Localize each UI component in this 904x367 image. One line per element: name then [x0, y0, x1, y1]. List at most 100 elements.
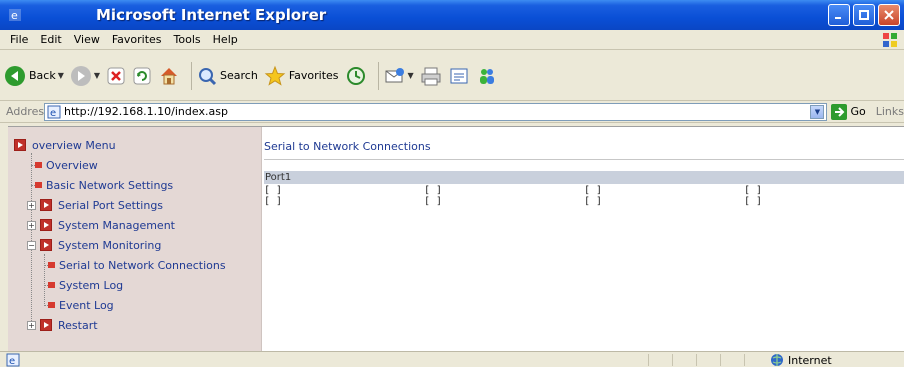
- sidebar-item-restart[interactable]: + Restart: [27, 315, 98, 335]
- menu-tools[interactable]: Tools: [168, 33, 207, 46]
- history-icon: [346, 66, 365, 85]
- sidebar-item-overview-menu[interactable]: overview Menu: [14, 135, 116, 155]
- close-icon: [884, 10, 894, 20]
- globe-icon: [771, 354, 783, 366]
- history-button[interactable]: [345, 65, 367, 87]
- svg-text:e: e: [11, 9, 18, 22]
- maximize-button[interactable]: [853, 4, 875, 26]
- sidebar-item-overview[interactable]: Overview: [35, 155, 98, 175]
- port-header: Port1: [264, 171, 904, 184]
- favorites-label: Favorites: [288, 69, 339, 82]
- bullet-icon: [48, 262, 55, 268]
- page-icon: e: [47, 105, 61, 119]
- toolbar-separator: [191, 61, 193, 90]
- menu-bar: File Edit View Favorites Tools Help: [0, 30, 904, 50]
- sidebar-item-label: System Monitoring: [58, 238, 162, 252]
- windows-logo-icon: [882, 32, 898, 48]
- address-input[interactable]: e http://192.168.1.10/index.asp ▼: [44, 102, 828, 121]
- address-bar: Address e http://192.168.1.10/index.asp …: [0, 101, 904, 123]
- table-cell: [ ]: [744, 185, 763, 196]
- edit-button[interactable]: [448, 65, 470, 87]
- search-icon: [199, 67, 217, 85]
- refresh-button[interactable]: [132, 66, 152, 86]
- sidebar-item-label: System Log: [59, 278, 124, 292]
- toolbar-separator: [377, 61, 379, 90]
- sidebar-item-label: Event Log: [59, 298, 114, 312]
- main-panel: Serial to Network Connections Port1 [ ] …: [264, 127, 904, 352]
- favorites-button[interactable]: Favorites: [264, 65, 339, 87]
- sidebar-item-serial-port-settings[interactable]: + Serial Port Settings: [27, 195, 163, 215]
- edit-document-icon: [450, 68, 468, 83]
- close-button[interactable]: [878, 4, 900, 26]
- forward-arrow-icon: [70, 65, 91, 86]
- home-icon: [161, 67, 178, 84]
- sidebar: overview Menu Overview Basic Network Set…: [8, 127, 262, 352]
- home-button[interactable]: [158, 65, 180, 87]
- printer-icon: [421, 67, 441, 85]
- expand-icon[interactable]: +: [27, 220, 36, 230]
- mail-button[interactable]: ▼: [384, 65, 414, 87]
- sidebar-item-label: overview Menu: [32, 138, 116, 152]
- star-icon: [264, 65, 286, 86]
- bullet-icon: [48, 282, 55, 288]
- toolbar: Back ▼ ▼ Search Favorites ▼: [0, 51, 904, 101]
- sidebar-item-label: Restart: [58, 318, 98, 332]
- sidebar-item-basic-network-settings[interactable]: Basic Network Settings: [35, 175, 173, 195]
- zone-label: Internet: [788, 353, 832, 367]
- sidebar-item-label: Overview: [46, 158, 98, 172]
- red-arrow-icon: [40, 199, 52, 211]
- chevron-down-icon[interactable]: ▼: [58, 71, 64, 80]
- menu-favorites[interactable]: Favorites: [106, 33, 168, 46]
- back-arrow-icon: [5, 65, 25, 86]
- chevron-down-icon[interactable]: ▼: [94, 71, 100, 80]
- collapse-icon[interactable]: −: [27, 240, 36, 250]
- sidebar-item-label: Basic Network Settings: [46, 178, 174, 192]
- print-button[interactable]: [420, 65, 442, 87]
- menu-edit[interactable]: Edit: [34, 33, 67, 46]
- search-button[interactable]: Search: [197, 66, 258, 86]
- messenger-icon: [479, 68, 494, 84]
- mail-icon: [385, 67, 404, 82]
- security-zone: Internet: [770, 353, 832, 367]
- menu-help[interactable]: Help: [207, 33, 244, 46]
- page-content: overview Menu Overview Basic Network Set…: [8, 126, 904, 352]
- links-label[interactable]: Links: [876, 105, 904, 118]
- address-dropdown-icon[interactable]: ▼: [810, 104, 825, 119]
- sidebar-item-label: System Management: [58, 218, 175, 232]
- search-label: Search: [220, 69, 258, 82]
- address-url: http://192.168.1.10/index.asp: [64, 105, 228, 118]
- minimize-icon: [835, 17, 841, 19]
- title-bar: e Microsoft Internet Explorer: [0, 0, 904, 30]
- expand-icon[interactable]: +: [27, 200, 36, 210]
- page-title: Serial to Network Connections: [264, 140, 431, 153]
- go-button[interactable]: Go: [831, 103, 866, 120]
- forward-button[interactable]: ▼: [70, 65, 100, 87]
- chevron-down-icon[interactable]: ▼: [408, 71, 414, 80]
- go-label: Go: [850, 105, 866, 118]
- sidebar-item-system-management[interactable]: + System Management: [27, 215, 175, 235]
- expand-icon[interactable]: +: [27, 320, 36, 330]
- table-cell: [ ]: [584, 185, 603, 196]
- stop-icon: [107, 67, 125, 84]
- back-button[interactable]: Back ▼: [4, 65, 64, 87]
- red-arrow-icon: [40, 319, 52, 331]
- sidebar-item-event-log[interactable]: Event Log: [48, 295, 114, 315]
- address-label: Address: [6, 105, 50, 118]
- menu-view[interactable]: View: [68, 33, 106, 46]
- minimize-button[interactable]: [828, 4, 850, 26]
- red-arrow-icon: [14, 139, 26, 151]
- red-arrow-icon: [40, 239, 52, 251]
- page-status-icon: e: [6, 353, 20, 367]
- go-arrow-icon: [831, 103, 848, 120]
- stop-button[interactable]: [106, 66, 126, 86]
- bullet-icon: [35, 182, 42, 188]
- sidebar-item-system-monitoring[interactable]: − System Monitoring: [27, 235, 161, 255]
- sidebar-item-serial-to-network-connections[interactable]: Serial to Network Connections: [48, 255, 226, 275]
- menu-file[interactable]: File: [4, 33, 34, 46]
- table-cell: [ ]: [264, 185, 283, 196]
- back-label: Back: [29, 69, 56, 82]
- sidebar-item-system-log[interactable]: System Log: [48, 275, 123, 295]
- messenger-button[interactable]: [476, 65, 498, 87]
- table-cell: [ ]: [744, 196, 763, 207]
- window-title: Microsoft Internet Explorer: [96, 6, 327, 24]
